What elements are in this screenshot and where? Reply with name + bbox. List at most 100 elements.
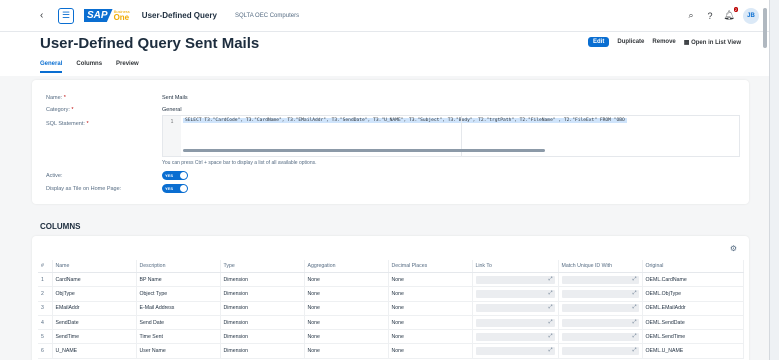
switch-knob (180, 185, 187, 192)
header-actions: Edit Duplicate Remove ▦ Open in List Vie… (588, 37, 741, 47)
tab-columns[interactable]: Columns (76, 61, 102, 73)
match-unique-id-field[interactable]: ⤢ (561, 275, 639, 284)
sql-editor[interactable]: 1 SELECT T3."CardCode", T3."CardName", T… (162, 115, 740, 157)
page-scrollbar[interactable] (763, 8, 767, 48)
table-row[interactable]: 1 CardName BP Name Dimension None None ⤢ ⤢ OEML.… (38, 272, 744, 288)
cell-name: SendDate (52, 315, 137, 331)
cell-type: Dimension (220, 272, 305, 288)
cell-original: OEML.U_NAME (642, 343, 744, 359)
app-title: User-Defined Query (141, 11, 217, 20)
table-row[interactable]: 5 SendTime Time Sent Dimension None None ⤢ ⤢ OEM… (38, 329, 744, 345)
link-to-field[interactable]: ⤢ (475, 304, 555, 313)
link-to-field[interactable]: ⤢ (475, 289, 555, 298)
cell-type: Dimension (220, 301, 305, 316)
avatar[interactable]: JB (743, 7, 759, 24)
bell-icon[interactable]: 🔔︎ 2 (723, 6, 738, 21)
search-icon[interactable]: ⌕ (686, 10, 696, 21)
col-header: Original (642, 260, 744, 273)
match-unique-id-field-cell: ⤢ (558, 329, 643, 345)
value-help-icon[interactable]: ⤢ (548, 290, 552, 296)
active-switch[interactable]: YES (162, 171, 188, 180)
cell-description: Time Sent (136, 329, 221, 345)
cell-decimal-places: None (388, 343, 473, 359)
sql-horizontal-scrollbar[interactable] (183, 149, 545, 152)
value-help-icon[interactable]: ⤢ (632, 276, 636, 282)
row-number: 4 (38, 315, 53, 331)
page-title: User-Defined Query Sent Mails (40, 35, 260, 52)
match-unique-id-field[interactable]: ⤢ (561, 289, 639, 298)
company-name[interactable]: SQLTA OEC Computers (235, 13, 299, 19)
cell-name: SendTime (52, 329, 137, 345)
link-to-field-cell: ⤢ (472, 286, 559, 302)
cell-name: U_NAME (52, 343, 137, 359)
open-list-view-button[interactable]: ▦ Open in List View (684, 39, 741, 46)
general-section: Name: * Sent Mails Category: * General S… (32, 80, 749, 204)
row-number: 6 (38, 343, 53, 359)
match-unique-id-field[interactable]: ⤢ (561, 318, 639, 327)
columns-section-title: COLUMNS (40, 222, 81, 231)
sap-logo[interactable]: SAP Business One (84, 9, 130, 22)
gear-icon[interactable]: ⚙ (730, 244, 737, 253)
link-to-field[interactable]: ⤢ (475, 347, 555, 356)
cell-original: OEML.ObjType (642, 286, 744, 302)
cell-decimal-places: None (388, 315, 473, 331)
link-to-field[interactable]: ⤢ (475, 318, 555, 327)
table-row[interactable]: 2 ObjType Object Type Dimension None None ⤢ ⤢ OE… (38, 286, 744, 302)
tab-bar: General Columns Preview (40, 61, 139, 73)
cell-description: BP Name (136, 272, 221, 288)
match-unique-id-field-cell: ⤢ (558, 301, 643, 316)
value-help-icon[interactable]: ⤢ (632, 290, 636, 296)
cell-original: OEML.CardName (642, 272, 744, 288)
columns-section: ⚙ # Name Description Type Aggregation De… (32, 236, 749, 360)
value-help-icon[interactable]: ⤢ (548, 319, 552, 325)
cell-type: Dimension (220, 315, 305, 331)
category-value: General (162, 107, 182, 113)
col-header: Type (220, 260, 305, 273)
table-row[interactable]: 6 U_NAME User Name Dimension None None ⤢ ⤢ OEML.… (38, 343, 744, 359)
cell-decimal-places: None (388, 286, 473, 302)
value-help-icon[interactable]: ⤢ (632, 319, 636, 325)
tab-preview[interactable]: Preview (116, 61, 139, 73)
value-help-icon[interactable]: ⤢ (548, 276, 552, 282)
value-help-icon[interactable]: ⤢ (632, 333, 636, 339)
col-header: Description (136, 260, 221, 273)
value-help-icon[interactable]: ⤢ (548, 304, 552, 310)
help-icon[interactable]: ? (705, 11, 715, 21)
tile-switch[interactable]: YES (162, 184, 188, 193)
sql-line-number: 1 (163, 116, 181, 156)
value-help-icon[interactable]: ⤢ (548, 333, 552, 339)
cell-type: Dimension (220, 343, 305, 359)
cell-aggregation: None (304, 329, 389, 345)
logo-sap-text: SAP (84, 9, 113, 22)
link-to-field[interactable]: ⤢ (475, 332, 555, 341)
table-row[interactable]: 3 EMailAddr E-Mail Address Dimension None Non… (38, 301, 744, 316)
logo-one-text: Business One (113, 9, 130, 22)
row-number: 1 (38, 272, 53, 288)
cell-original: OEML.SendDate (642, 315, 744, 331)
match-unique-id-field[interactable]: ⤢ (561, 332, 639, 341)
cell-type: Dimension (220, 329, 305, 345)
cell-decimal-places: None (388, 272, 473, 288)
edit-button[interactable]: Edit (588, 37, 610, 47)
value-help-icon[interactable]: ⤢ (632, 347, 636, 353)
match-unique-id-field-cell: ⤢ (558, 343, 643, 359)
row-number: 2 (38, 286, 53, 302)
duplicate-button[interactable]: Duplicate (617, 39, 644, 45)
link-to-field[interactable]: ⤢ (475, 275, 555, 284)
remove-button[interactable]: Remove (652, 39, 675, 45)
shell-actions: ⌕ ? 🔔︎ 2 JB (686, 6, 759, 24)
table-row[interactable]: 4 SendDate Send Date Dimension None None ⤢ ⤢ OEM… (38, 315, 744, 331)
match-unique-id-field-cell: ⤢ (558, 315, 643, 331)
tab-general[interactable]: General (40, 61, 63, 73)
sql-statement-text[interactable]: SELECT T3."CardCode", T3."CardName", T3.… (183, 118, 627, 123)
value-help-icon[interactable]: ⤢ (632, 304, 636, 310)
match-unique-id-field[interactable]: ⤢ (561, 304, 639, 313)
back-icon[interactable]: ‹ (40, 10, 52, 21)
link-to-field-cell: ⤢ (472, 301, 559, 316)
col-header: Decimal Places (388, 260, 473, 273)
match-unique-id-field[interactable]: ⤢ (561, 347, 639, 356)
menu-icon[interactable]: ☰ (58, 7, 74, 24)
columns-table: # Name Description Type Aggregation Deci… (38, 260, 744, 359)
value-help-icon[interactable]: ⤢ (548, 347, 552, 353)
switch-knob (180, 172, 187, 179)
